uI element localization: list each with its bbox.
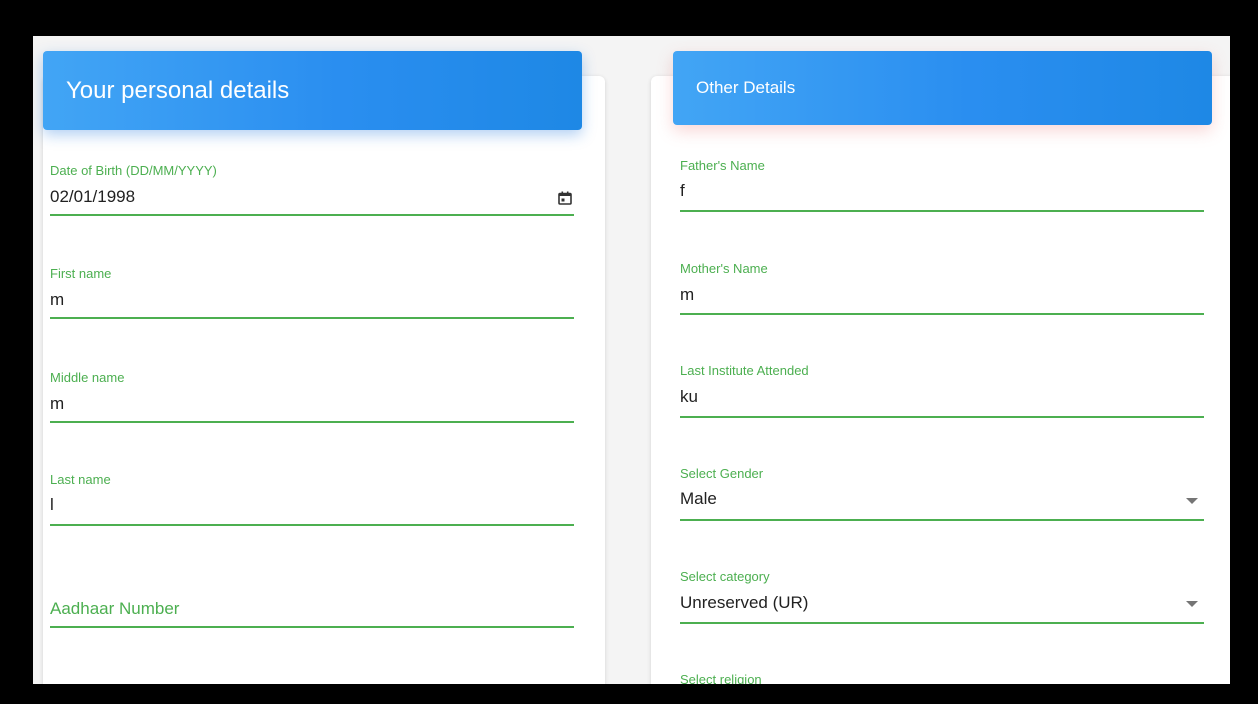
last-institute-field[interactable]: Last Institute Attended ku	[680, 363, 1204, 418]
category-select[interactable]: Select category Unreserved (UR)	[680, 568, 1204, 624]
other-details-title: Other Details	[696, 78, 796, 97]
gender-label: Select Gender	[680, 466, 764, 481]
middle-name-label: Middle name	[50, 370, 125, 385]
personal-details-title: Your personal details	[66, 76, 290, 104]
father-name-field[interactable]: Father's Name f	[680, 158, 1204, 212]
calendar-icon[interactable]	[558, 191, 572, 205]
first-name-field[interactable]: First name m	[50, 264, 574, 319]
form-viewport: Your personal details Other Details Date…	[33, 36, 1230, 684]
chevron-down-icon[interactable]	[1186, 498, 1198, 504]
religion-select[interactable]: Select religion	[680, 670, 1204, 684]
last-institute-label: Last Institute Attended	[680, 363, 809, 378]
category-value: Unreserved (UR)	[680, 593, 809, 612]
middle-name-value: m	[50, 394, 65, 413]
aadhaar-field[interactable]: Aadhaar Number	[50, 591, 574, 628]
dob-label: Date of Birth (DD/MM/YYYY)	[50, 163, 217, 178]
mother-name-field[interactable]: Mother's Name m	[680, 260, 1204, 315]
dob-field[interactable]: Date of Birth (DD/MM/YYYY) 02/01/1998	[50, 160, 574, 216]
religion-label: Select religion	[680, 672, 762, 684]
mother-name-value: m	[680, 285, 695, 304]
chevron-down-icon[interactable]	[1186, 601, 1198, 607]
last-name-value: l	[50, 495, 54, 514]
gender-value: Male	[680, 489, 717, 508]
father-name-value: f	[680, 181, 685, 200]
middle-name-field[interactable]: Middle name m	[50, 367, 574, 423]
first-name-value: m	[50, 290, 65, 309]
last-name-field[interactable]: Last name l	[50, 470, 574, 526]
personal-details-header: Your personal details	[43, 51, 582, 130]
category-label: Select category	[680, 569, 770, 584]
father-name-label: Father's Name	[680, 158, 765, 173]
aadhaar-label: Aadhaar Number	[50, 599, 180, 618]
gender-select[interactable]: Select Gender Male	[680, 465, 1204, 521]
mother-name-label: Mother's Name	[680, 261, 768, 276]
first-name-label: First name	[50, 266, 112, 281]
dob-value: 02/01/1998	[50, 187, 136, 206]
other-details-header: Other Details	[673, 51, 1212, 125]
last-institute-value: ku	[680, 387, 698, 406]
last-name-label: Last name	[50, 472, 111, 487]
